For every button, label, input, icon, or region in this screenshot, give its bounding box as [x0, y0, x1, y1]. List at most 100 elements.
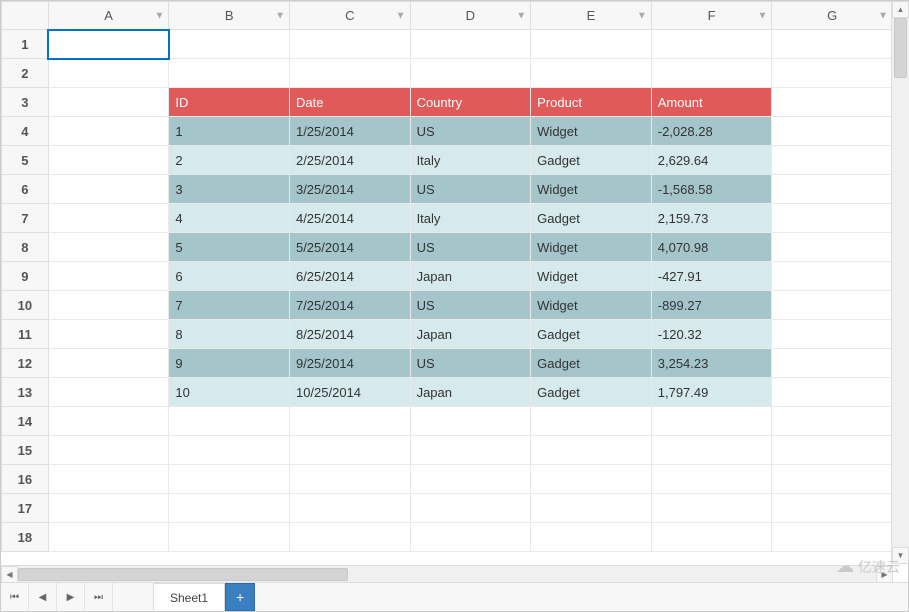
cell[interactable] [651, 30, 772, 59]
row-header[interactable]: 9 [2, 262, 49, 291]
cell[interactable] [289, 30, 410, 59]
hscroll-thumb[interactable] [18, 568, 348, 581]
cell[interactable] [48, 204, 169, 233]
cell[interactable] [651, 465, 772, 494]
col-header-D[interactable]: D▼ [410, 2, 531, 30]
table-cell[interactable]: Japan [410, 262, 531, 291]
cell[interactable] [772, 59, 893, 88]
cell[interactable] [410, 436, 531, 465]
table-cell[interactable]: Widget [531, 262, 652, 291]
scroll-up-arrow-icon[interactable]: ▲ [892, 1, 909, 18]
table-cell[interactable]: Japan [410, 320, 531, 349]
cell[interactable] [531, 407, 652, 436]
table-cell[interactable]: 9/25/2014 [289, 349, 410, 378]
col-header-E[interactable]: E▼ [531, 2, 652, 30]
table-header-id[interactable]: ID [169, 88, 290, 117]
cell[interactable] [772, 407, 893, 436]
cell[interactable] [531, 436, 652, 465]
first-sheet-button[interactable]: ⏮ [1, 583, 29, 611]
table-cell[interactable]: 3/25/2014 [289, 175, 410, 204]
cell[interactable] [410, 30, 531, 59]
cell[interactable] [48, 349, 169, 378]
table-cell[interactable]: 8 [169, 320, 290, 349]
table-cell[interactable]: Widget [531, 291, 652, 320]
table-cell[interactable]: Widget [531, 233, 652, 262]
cell[interactable] [772, 523, 893, 552]
cell[interactable] [531, 494, 652, 523]
cell[interactable] [772, 204, 893, 233]
sheet-tab[interactable]: Sheet1 [153, 583, 225, 611]
last-sheet-button[interactable]: ⏭ [85, 583, 113, 611]
row-header[interactable]: 1 [2, 30, 49, 59]
cell[interactable] [772, 436, 893, 465]
table-cell[interactable]: Italy [410, 146, 531, 175]
cell[interactable] [772, 262, 893, 291]
cell[interactable] [651, 59, 772, 88]
table-cell[interactable]: -2,028.28 [651, 117, 772, 146]
next-sheet-button[interactable]: ▶ [57, 583, 85, 611]
cell[interactable] [289, 465, 410, 494]
row-header[interactable]: 13 [2, 378, 49, 407]
table-cell[interactable]: Widget [531, 117, 652, 146]
table-cell[interactable]: 10 [169, 378, 290, 407]
vertical-scrollbar[interactable]: ▲ ▼ [891, 1, 908, 564]
cell[interactable] [410, 407, 531, 436]
filter-icon[interactable]: ▼ [757, 10, 767, 21]
table-cell[interactable]: -427.91 [651, 262, 772, 291]
cell[interactable] [289, 436, 410, 465]
cell[interactable] [48, 436, 169, 465]
cell[interactable] [48, 262, 169, 291]
row-header[interactable]: 14 [2, 407, 49, 436]
cell[interactable] [651, 436, 772, 465]
cell-A1[interactable] [48, 30, 169, 59]
table-cell[interactable]: -1,568.58 [651, 175, 772, 204]
row-header[interactable]: 3 [2, 88, 49, 117]
table-cell[interactable]: 2/25/2014 [289, 146, 410, 175]
cell[interactable] [48, 59, 169, 88]
table-cell[interactable]: 1/25/2014 [289, 117, 410, 146]
add-sheet-button[interactable]: + [225, 583, 255, 611]
table-cell[interactable]: Gadget [531, 320, 652, 349]
filter-icon[interactable]: ▼ [516, 10, 526, 21]
cell[interactable] [48, 233, 169, 262]
cell[interactable] [169, 465, 290, 494]
table-cell[interactable]: 2 [169, 146, 290, 175]
table-cell[interactable]: US [410, 291, 531, 320]
cell[interactable] [410, 494, 531, 523]
cell[interactable] [531, 523, 652, 552]
cell[interactable] [772, 175, 893, 204]
table-cell[interactable]: 4,070.98 [651, 233, 772, 262]
table-cell[interactable]: 10/25/2014 [289, 378, 410, 407]
cell[interactable] [48, 465, 169, 494]
cell[interactable] [772, 233, 893, 262]
cell[interactable] [48, 407, 169, 436]
cell[interactable] [772, 30, 893, 59]
cell[interactable] [531, 465, 652, 494]
table-cell[interactable]: Italy [410, 204, 531, 233]
horizontal-scrollbar[interactable]: ◀ ▶ [1, 565, 893, 582]
cell[interactable] [48, 146, 169, 175]
table-cell[interactable]: 1,797.49 [651, 378, 772, 407]
row-header[interactable]: 10 [2, 291, 49, 320]
cell[interactable] [772, 146, 893, 175]
row-header[interactable]: 4 [2, 117, 49, 146]
row-header[interactable]: 17 [2, 494, 49, 523]
row-header[interactable]: 18 [2, 523, 49, 552]
row-header[interactable]: 16 [2, 465, 49, 494]
table-cell[interactable]: 2,159.73 [651, 204, 772, 233]
vscroll-thumb[interactable] [894, 18, 907, 78]
cell[interactable] [48, 320, 169, 349]
cell[interactable] [48, 175, 169, 204]
cell[interactable] [772, 378, 893, 407]
table-cell[interactable]: 6/25/2014 [289, 262, 410, 291]
cell[interactable] [772, 465, 893, 494]
cell[interactable] [410, 465, 531, 494]
cell[interactable] [289, 494, 410, 523]
table-header-product[interactable]: Product [531, 88, 652, 117]
table-cell[interactable]: Gadget [531, 349, 652, 378]
cell[interactable] [169, 494, 290, 523]
cell[interactable] [772, 291, 893, 320]
cell[interactable] [651, 494, 772, 523]
row-header[interactable]: 15 [2, 436, 49, 465]
cell[interactable] [772, 117, 893, 146]
